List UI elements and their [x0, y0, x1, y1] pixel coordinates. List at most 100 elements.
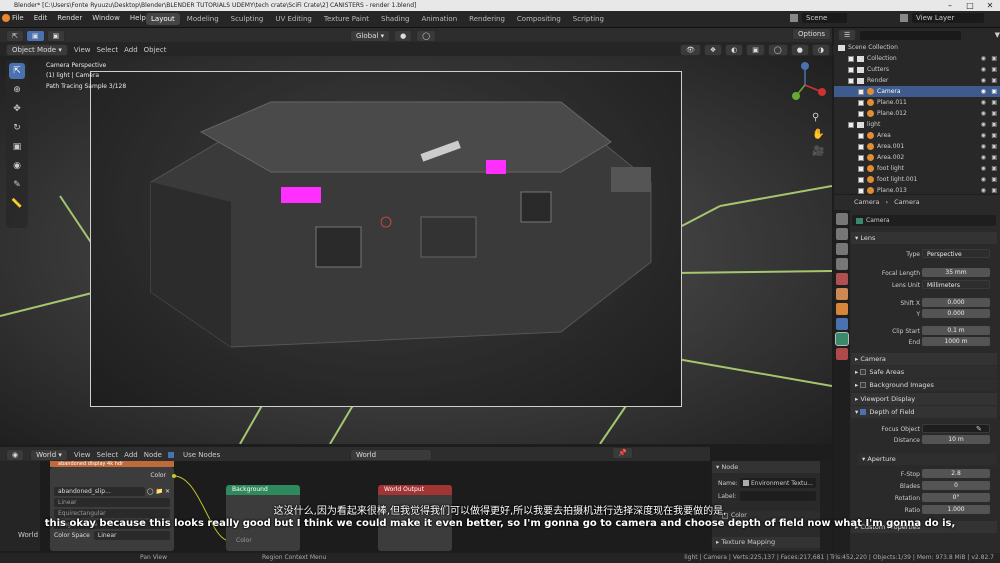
render-camera-icon[interactable]: ▣	[991, 154, 997, 161]
outliner-row[interactable]: Area ◉ ▣	[834, 130, 1000, 141]
outliner-row[interactable]: Plane.011 ◉ ▣	[834, 97, 1000, 108]
blender-logo-icon[interactable]	[2, 14, 10, 22]
node-menu-select[interactable]: Select	[97, 451, 119, 459]
scene-tab-icon[interactable]	[836, 273, 848, 285]
camera-view-icon[interactable]: 🎥	[812, 146, 824, 157]
node-menu-add[interactable]: Add	[124, 451, 138, 459]
visibility-eye-icon[interactable]: ◉	[981, 187, 986, 194]
rotate-icon[interactable]: ↻	[9, 120, 25, 136]
outliner-exclude-checkbox[interactable]	[848, 121, 854, 128]
navigation-gizmo[interactable]	[782, 62, 828, 108]
visibility-eye-icon[interactable]: ◉	[981, 99, 986, 106]
outliner-scene-collection[interactable]: Scene Collection	[834, 42, 1000, 53]
visibility-eye-icon[interactable]: ◉	[981, 88, 986, 95]
shading-solid-icon[interactable]: ●	[790, 44, 809, 56]
outliner-exclude-checkbox[interactable]	[858, 99, 864, 106]
workspace-tab-texture-paint[interactable]: Texture Paint	[319, 13, 374, 25]
use-nodes-checkbox[interactable]	[168, 452, 174, 458]
measure-icon[interactable]: 📏	[9, 196, 25, 212]
outliner-exclude-checkbox[interactable]	[858, 110, 864, 117]
node-menu-node[interactable]: Node	[144, 451, 162, 459]
workspace-tab-sculpting[interactable]: Sculpting	[226, 13, 269, 25]
render-camera-icon[interactable]: ▣	[991, 99, 997, 106]
menu-render[interactable]: Render	[57, 14, 82, 22]
node-label-field[interactable]	[740, 491, 816, 501]
view-layer-tab-icon[interactable]	[836, 258, 848, 270]
viewport-menu-select[interactable]: Select	[96, 46, 118, 54]
focal-length-field[interactable]: 35 mm	[922, 268, 990, 277]
cursor-icon[interactable]: ⊕	[9, 82, 25, 98]
outliner-row[interactable]: foot light ◉ ▣	[834, 163, 1000, 174]
output-tab-icon[interactable]	[836, 243, 848, 255]
options-dropdown[interactable]: Options	[792, 28, 832, 40]
world-datablock-field[interactable]: World	[350, 449, 433, 461]
menu-help[interactable]: Help	[130, 14, 146, 22]
lens-panel-header[interactable]: ▾ Lens	[851, 232, 997, 244]
blades-field[interactable]: 0	[922, 481, 990, 490]
render-camera-icon[interactable]: ▣	[991, 55, 997, 62]
select-mode-icon[interactable]: ▣	[25, 30, 45, 42]
node-name-field[interactable]: Environment Textu...	[740, 478, 816, 488]
overlay-icon[interactable]: ◐	[725, 44, 744, 56]
shading-wireframe-icon[interactable]: ◯	[767, 44, 788, 56]
viewport-menu-add[interactable]: Add	[124, 46, 138, 54]
visibility-eye-icon[interactable]: ◉	[981, 154, 986, 161]
distance-field[interactable]: 10 m	[922, 435, 990, 444]
maximize-icon[interactable]: □	[960, 0, 980, 11]
camera-panel-header[interactable]: ▸ Camera	[851, 353, 997, 365]
outliner-exclude-checkbox[interactable]	[858, 154, 864, 161]
outliner-row[interactable]: foot light.001 ◉ ▣	[834, 174, 1000, 185]
visibility-eye-icon[interactable]: ◉	[981, 77, 986, 84]
tool-select-icon[interactable]: ⇱	[6, 30, 24, 42]
scale-icon[interactable]: ▣	[9, 139, 25, 155]
workspace-tab-compositing[interactable]: Compositing	[512, 13, 566, 25]
workspace-tab-layout[interactable]: Layout	[146, 13, 180, 25]
fstop-field[interactable]: 2.8	[922, 469, 990, 478]
outliner-exclude-checkbox[interactable]	[858, 88, 864, 95]
menu-window[interactable]: Window	[92, 14, 120, 22]
shader-type-dropdown[interactable]: World ▾	[30, 449, 68, 461]
transform-icon[interactable]: ◉	[9, 158, 25, 174]
viewport-menu-view[interactable]: View	[74, 46, 91, 54]
minimize-icon[interactable]: –	[940, 0, 960, 11]
pan-hand-icon[interactable]: ✋	[812, 129, 824, 140]
node-panel-header[interactable]: ▾ Node	[712, 461, 820, 473]
outliner-exclude-checkbox[interactable]	[848, 77, 854, 84]
view-layer-selector[interactable]: View Layer	[900, 13, 985, 23]
object-mode-dropdown[interactable]: Object Mode ▾	[6, 44, 68, 56]
node-menu-view[interactable]: View	[74, 451, 91, 459]
close-icon[interactable]: ✕	[980, 0, 1000, 11]
aperture-panel-header[interactable]: ▾ Aperture	[858, 453, 997, 465]
zoom-icon[interactable]: ⚲	[812, 112, 824, 123]
menu-edit[interactable]: Edit	[34, 14, 48, 22]
render-camera-icon[interactable]: ▣	[991, 77, 997, 84]
visibility-eye-icon[interactable]: ◉	[981, 176, 986, 183]
editor-type-icon[interactable]: ◉	[6, 449, 25, 461]
render-camera-icon[interactable]: ▣	[991, 187, 997, 194]
outliner-exclude-checkbox[interactable]	[858, 143, 864, 150]
background-images-checkbox[interactable]	[860, 382, 867, 388]
xray-icon[interactable]: ▣	[746, 44, 765, 56]
tool-tab-icon[interactable]	[836, 213, 848, 225]
pin-icon[interactable]: 📌	[612, 447, 633, 459]
visibility-eye-icon[interactable]: ◉	[981, 55, 986, 62]
workspace-tab-rendering[interactable]: Rendering	[464, 13, 510, 25]
outliner-search-input[interactable]	[860, 30, 961, 40]
visibility-eye-icon[interactable]: ◉	[981, 121, 986, 128]
visibility-eye-icon[interactable]: ◉	[981, 66, 986, 73]
properties-breadcrumb-data[interactable]: Camera	[894, 198, 920, 206]
object-tab-icon[interactable]	[836, 303, 848, 315]
scene-selector[interactable]: Scene	[790, 13, 848, 23]
proportional-edit-icon[interactable]: ◯	[416, 30, 437, 42]
viewport-display-panel-header[interactable]: ▸ Viewport Display	[851, 393, 997, 405]
select-extend-icon[interactable]: ▣	[46, 30, 66, 42]
transform-orientation-dropdown[interactable]: Global ▾	[350, 30, 391, 42]
safe-areas-checkbox[interactable]	[860, 369, 867, 375]
dof-checkbox[interactable]	[860, 409, 867, 415]
material-tab-icon[interactable]	[836, 348, 848, 360]
gizmo-icon[interactable]: ❖	[703, 44, 723, 56]
outliner-exclude-checkbox[interactable]	[848, 55, 854, 62]
workspace-tab-shading[interactable]: Shading	[376, 13, 414, 25]
safe-areas-panel-header[interactable]: ▸ Safe Areas	[851, 366, 997, 378]
workspace-tab-animation[interactable]: Animation	[416, 13, 462, 25]
